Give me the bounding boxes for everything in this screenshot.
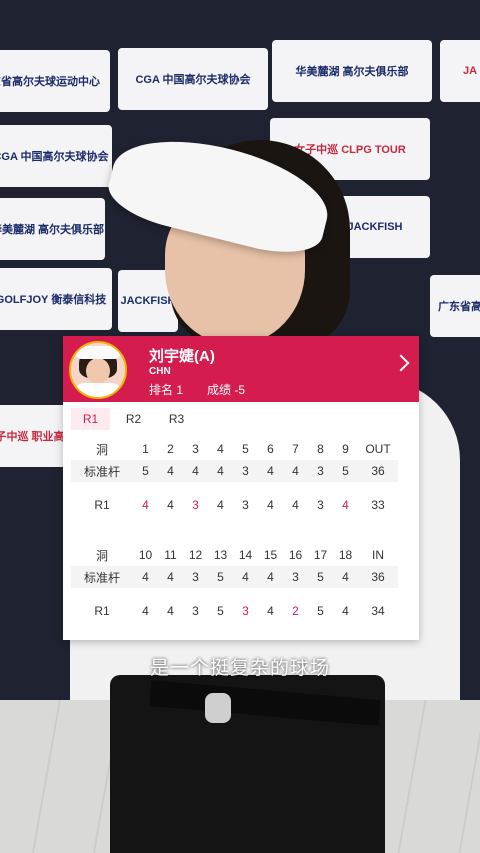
sponsor-board: 华美麓湖 高尔夫俱乐部 bbox=[272, 40, 432, 102]
sponsor-board: JA bbox=[440, 40, 480, 102]
tab-r3[interactable]: R3 bbox=[157, 408, 196, 430]
score-row-cell: 3 bbox=[233, 588, 258, 635]
score-row-cell: 4 bbox=[333, 482, 358, 529]
score-row-cell: 2 bbox=[283, 588, 308, 635]
hole-row-cell: 13 bbox=[213, 548, 228, 562]
score-row-cell: 4 bbox=[333, 588, 358, 635]
par-row-label: 标准杆 bbox=[71, 460, 133, 482]
sponsor-board: 广东省高 bbox=[430, 275, 480, 337]
score-row-total: 34 bbox=[371, 604, 385, 619]
score-row-cell: 4 bbox=[133, 588, 158, 635]
video-subtitle: 是一个挺复杂的球场 bbox=[149, 658, 330, 679]
par-row-cell: 3 bbox=[233, 460, 258, 482]
score-row-cell: 5 bbox=[308, 588, 333, 635]
score-row-cell: 3 bbox=[233, 482, 258, 529]
sponsor-board: 东省高尔夫球运动中心 bbox=[0, 50, 110, 112]
hole-row-cell: 12 bbox=[188, 548, 203, 562]
player-country: CHN bbox=[149, 366, 171, 377]
score-row-cell: 3 bbox=[183, 482, 208, 529]
front-nine-table: 洞 1 2 3 4 5 6 7 8 9 OUT 标准杆 5 4 4 4 3 4 4 3 5 36 R1 4 4 3 4 3 4 4 3 4 33 bbox=[71, 438, 398, 529]
player-rank: 排名 1 bbox=[149, 383, 184, 397]
hole-row-cell: 1 bbox=[142, 442, 149, 456]
sponsor-board: CGA 中国高尔夫球协会 bbox=[118, 48, 268, 110]
hole-row-cell: 2 bbox=[167, 442, 174, 456]
score-row-cell: 4 bbox=[133, 482, 158, 529]
score-row-cell: 5 bbox=[208, 588, 233, 635]
scorecard-header[interactable]: 刘宇婕(A) CHN 排名 1 成绩 -5 bbox=[63, 336, 419, 402]
par-row-cell: 4 bbox=[258, 460, 283, 482]
score-row-cell: 4 bbox=[258, 482, 283, 529]
hole-row: 洞 10 11 12 13 14 15 16 17 18 IN bbox=[71, 544, 398, 566]
hole-row-cell: 4 bbox=[217, 442, 224, 456]
par-row-cell: 4 bbox=[158, 566, 183, 588]
score-row-cell: 4 bbox=[158, 588, 183, 635]
par-row-cell: 4 bbox=[208, 460, 233, 482]
score-row-cell: 4 bbox=[283, 482, 308, 529]
hole-row-label: 洞 bbox=[95, 442, 108, 457]
sponsor-board: 女子中巡 职业高尔 bbox=[0, 405, 70, 467]
score-row-cell: 4 bbox=[158, 482, 183, 529]
par-row-cell: 4 bbox=[158, 460, 183, 482]
hole-row-cell: 14 bbox=[238, 548, 253, 562]
par-row-cell: 5 bbox=[208, 566, 233, 588]
hole-row-label: 洞 bbox=[95, 548, 108, 563]
par-row-total: 36 bbox=[358, 460, 398, 482]
hole-row-cell: 5 bbox=[242, 442, 249, 456]
tab-r2[interactable]: R2 bbox=[114, 408, 153, 430]
score-row-cell: 4 bbox=[258, 588, 283, 635]
score-row-cell: 3 bbox=[183, 588, 208, 635]
par-row-cell: 4 bbox=[283, 460, 308, 482]
score-row-total: 33 bbox=[371, 498, 385, 513]
hole-row-cell: 7 bbox=[292, 442, 299, 456]
par-row: 标准杆 5 4 4 4 3 4 4 3 5 36 bbox=[71, 460, 398, 482]
par-row-cell: 3 bbox=[183, 566, 208, 588]
par-row-cell: 5 bbox=[308, 566, 333, 588]
par-row-cell: 4 bbox=[133, 566, 158, 588]
score-row-label: R1 bbox=[94, 604, 110, 619]
score-row-cell: 4 bbox=[208, 482, 233, 529]
par-row-cell: 4 bbox=[333, 566, 358, 588]
belt-buckle bbox=[205, 693, 231, 723]
sponsor-board: CGA 中国高尔夫球协会 bbox=[0, 125, 112, 187]
par-row-cell: 3 bbox=[308, 460, 333, 482]
par-row-cell: 5 bbox=[133, 460, 158, 482]
back-nine-table: 洞 10 11 12 13 14 15 16 17 18 IN 标准杆 4 4 3 5 4 4 3 5 4 36 R1 4 4 3… bbox=[71, 544, 398, 635]
hole-row-cell: 6 bbox=[267, 442, 274, 456]
tab-r1[interactable]: R1 bbox=[71, 408, 110, 430]
chevron-right-icon[interactable] bbox=[392, 354, 410, 372]
hole-row-total: OUT bbox=[365, 442, 391, 456]
par-row: 标准杆 4 4 3 5 4 4 3 5 4 36 bbox=[71, 566, 398, 588]
player-name: 刘宇婕(A) bbox=[149, 348, 215, 365]
hole-row-total: IN bbox=[372, 548, 384, 562]
sponsor-board: 华美麓湖 高尔夫俱乐部 bbox=[0, 198, 105, 260]
score-row-label: R1 bbox=[94, 498, 110, 513]
par-row-cell: 3 bbox=[283, 566, 308, 588]
hole-row: 洞 1 2 3 4 5 6 7 8 9 OUT bbox=[71, 438, 398, 460]
par-row-cell: 4 bbox=[183, 460, 208, 482]
par-row-total: 36 bbox=[358, 566, 398, 588]
par-row-cell: 4 bbox=[233, 566, 258, 588]
hole-row-cell: 16 bbox=[288, 548, 303, 562]
sponsor-board: GOLFJOY 衡泰信科技 bbox=[0, 268, 112, 330]
player-avatar bbox=[69, 341, 127, 399]
par-row-cell: 4 bbox=[258, 566, 283, 588]
par-row-label: 标准杆 bbox=[71, 566, 133, 588]
hole-row-cell: 9 bbox=[342, 442, 349, 456]
score-row: R1 4 4 3 5 3 4 2 5 4 34 bbox=[71, 588, 398, 635]
hole-row-cell: 15 bbox=[263, 548, 278, 562]
hole-row-cell: 17 bbox=[313, 548, 328, 562]
hole-row-cell: 10 bbox=[138, 548, 153, 562]
hole-row-cell: 3 bbox=[192, 442, 199, 456]
score-row-cell: 3 bbox=[308, 482, 333, 529]
round-tabs: R1 R2 R3 bbox=[71, 408, 200, 430]
par-row-cell: 5 bbox=[333, 460, 358, 482]
hole-row-cell: 8 bbox=[317, 442, 324, 456]
hole-row-cell: 18 bbox=[338, 548, 353, 562]
player-score: 成绩 -5 bbox=[207, 383, 246, 397]
hole-row-cell: 11 bbox=[164, 548, 177, 562]
rank-score-row: 排名 1 成绩 -5 bbox=[149, 381, 245, 398]
score-row: R1 4 4 3 4 3 4 4 3 4 33 bbox=[71, 482, 398, 529]
scorecard-panel[interactable]: 刘宇婕(A) CHN 排名 1 成绩 -5 R1 R2 R3 洞12345678… bbox=[63, 336, 419, 640]
